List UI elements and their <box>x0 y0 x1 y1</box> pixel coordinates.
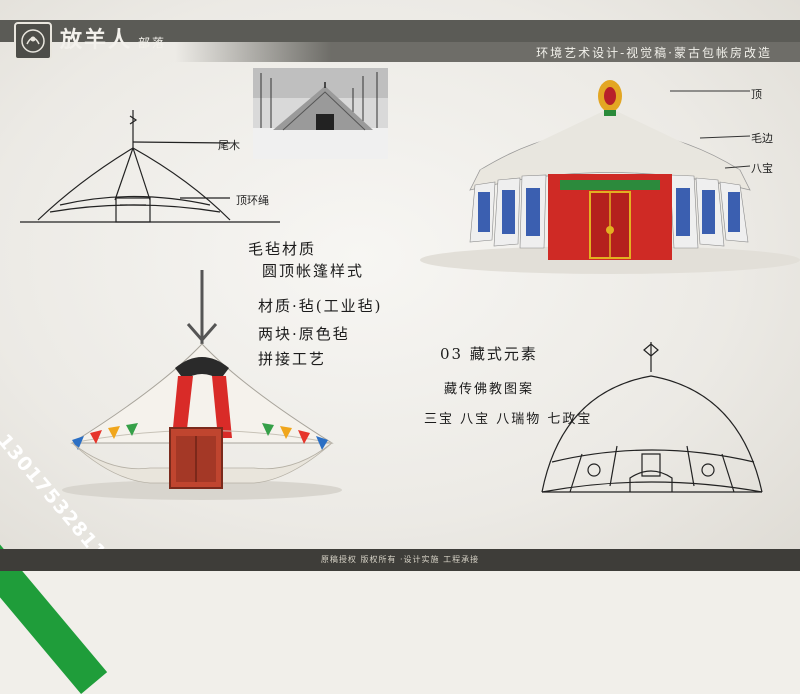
tibetan-tent-render <box>420 80 800 274</box>
logo-icon <box>14 22 52 60</box>
page-subtitle: 环境艺术设计-视觉稿·蒙古包帐房改造 <box>536 46 772 60</box>
footer-text: 原稿授权 版权所有 ·设计实施 工程承接 <box>320 555 480 564</box>
mongolian-yurt-render <box>62 270 342 500</box>
annotation-sketch1-top: 尾木 <box>218 139 240 152</box>
header: 放羊人 部落 环境艺术设计-视觉稿·蒙古包帐房改造 <box>0 0 800 64</box>
annotation-tent-top: 顶 <box>751 88 762 101</box>
brand-sub: 部落 <box>138 36 167 50</box>
tibetan-tent-sketch <box>541 342 763 493</box>
footer-bar: 原稿授权 版权所有 ·设计实施 工程承接 <box>0 549 800 571</box>
annotation-sketch1-mid: 顶环绳 <box>236 194 269 207</box>
note-block1-line1: 毛毡材质 <box>248 240 317 258</box>
note-block4-line1: 藏传佛教图案 <box>444 382 535 397</box>
annotation-tent-side: 八宝 <box>751 162 773 175</box>
brand-name: 放羊人 <box>60 27 133 53</box>
brand-title: 放羊人 部落 <box>60 22 166 54</box>
annotation-tent-edge: 毛边 <box>751 132 773 145</box>
sketch-tent-line-drawing <box>20 110 280 223</box>
